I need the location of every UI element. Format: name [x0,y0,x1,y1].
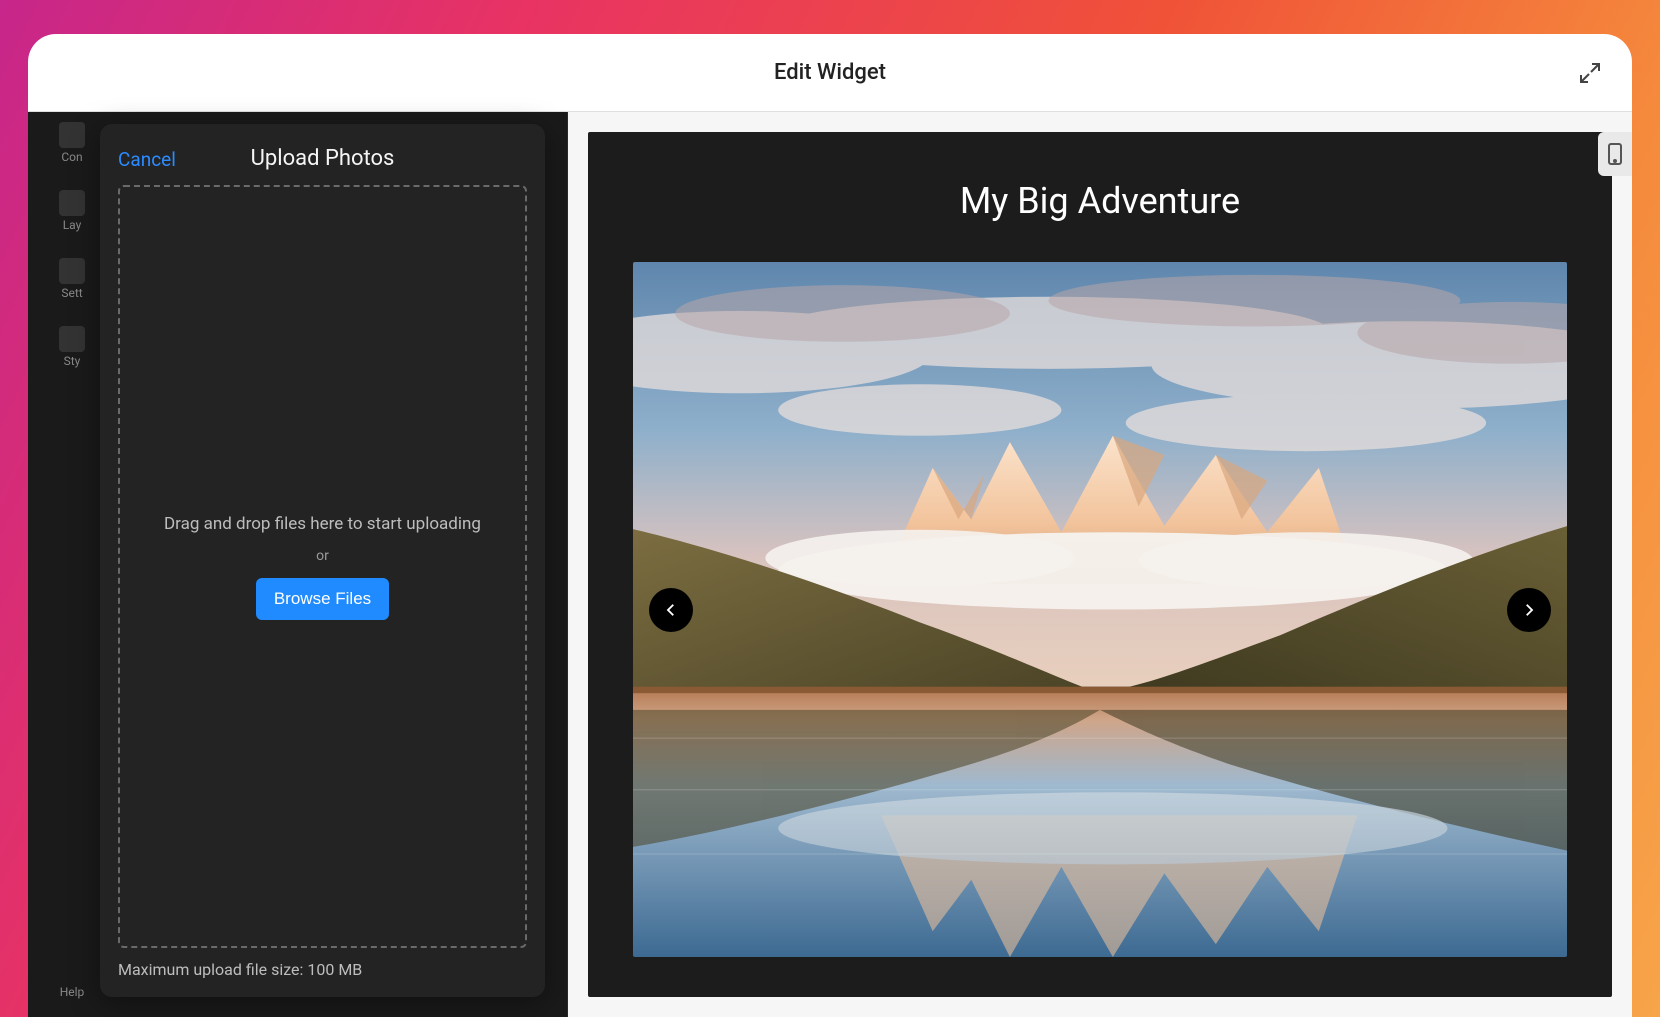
dropzone-or: or [316,548,329,564]
dropzone-hint: Drag and drop files here to start upload… [164,514,481,534]
pencil-icon [59,122,85,148]
sidebar-item-label: Sty [64,354,81,368]
expand-button[interactable] [1576,59,1604,87]
sidebar-item-layout[interactable]: Lay [42,190,102,232]
max-filesize-hint: Maximum upload file size: 100 MB [118,960,527,979]
sidebar-item-help[interactable]: Help [42,983,102,999]
cancel-button[interactable]: Cancel [118,148,176,171]
left-pane: Con Lay Sett Sty Help [28,112,568,1017]
device-preview-button[interactable] [1598,132,1632,176]
preview-stage: My Big Adventure [588,132,1612,997]
sidebar-item-label: Lay [63,218,82,232]
carousel [633,262,1567,957]
modal-window: Edit Widget Con Lay Sett [28,34,1632,1017]
upload-panel: Cancel Upload Photos Drag and drop files… [100,124,545,997]
sidebar-item-label: Sett [61,286,82,300]
upload-header: Cancel Upload Photos [118,146,527,171]
sidebar-item-label: Con [61,150,82,164]
carousel-next-button[interactable] [1507,588,1551,632]
window-title: Edit Widget [774,60,886,85]
browse-files-button[interactable]: Browse Files [256,578,389,620]
palette-icon [59,326,85,352]
upload-title: Upload Photos [251,146,395,171]
dropzone[interactable]: Drag and drop files here to start upload… [118,185,527,948]
carousel-prev-button[interactable] [649,588,693,632]
landscape-image-placeholder [633,262,1567,957]
sidebar-item-style[interactable]: Sty [42,326,102,368]
sidebar: Con Lay Sett Sty [42,122,102,368]
gear-icon [59,258,85,284]
sidebar-item-settings[interactable]: Sett [42,258,102,300]
right-pane: My Big Adventure [568,112,1632,1017]
chevron-right-icon [1520,601,1538,619]
layout-icon [59,190,85,216]
chevron-left-icon [662,601,680,619]
carousel-image [633,262,1567,957]
expand-icon [1578,61,1602,85]
sidebar-item-label: Help [60,985,85,999]
content-split: Con Lay Sett Sty Help [28,112,1632,1017]
title-bar: Edit Widget [28,34,1632,112]
mobile-icon [1607,142,1623,166]
sidebar-item-content[interactable]: Con [42,122,102,164]
preview-heading: My Big Adventure [960,180,1240,222]
